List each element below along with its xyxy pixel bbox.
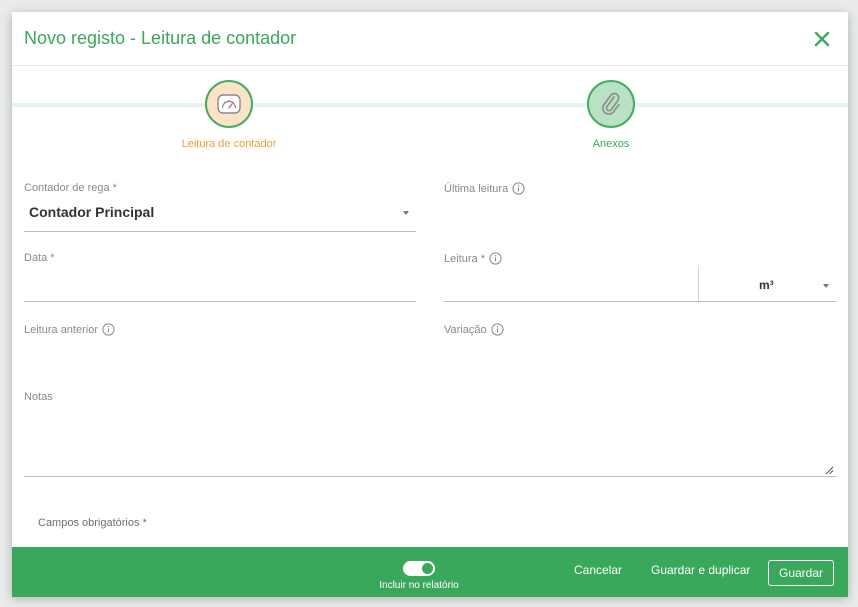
info-icon[interactable] xyxy=(489,252,502,265)
date-label-text: Data * xyxy=(24,252,55,264)
notes-label-text: Notas xyxy=(24,391,53,403)
step-attachments-label: Anexos xyxy=(592,138,630,150)
date-field-label: Data * xyxy=(24,252,55,264)
reading-field-label: Leitura * xyxy=(444,252,502,265)
meter-select-value[interactable]: Contador Principal xyxy=(29,204,154,220)
info-icon[interactable] xyxy=(512,182,525,195)
meter-field-label: Contador de rega * xyxy=(24,182,117,194)
step-reading-label: Leitura de contador xyxy=(181,138,277,150)
last-reading-label: Última leitura xyxy=(444,182,525,195)
reading-input[interactable] xyxy=(444,274,698,298)
save-duplicate-button[interactable]: Guardar e duplicar xyxy=(651,563,750,577)
paperclip-icon xyxy=(602,92,620,115)
reading-input-underline xyxy=(444,301,836,302)
toggle-knob xyxy=(422,563,433,574)
new-record-modal: Novo registo - Leitura de contador Leitu… xyxy=(12,12,848,597)
info-icon[interactable] xyxy=(102,323,115,336)
modal-header: Novo registo - Leitura de contador xyxy=(12,12,848,66)
include-report-toggle[interactable] xyxy=(403,561,435,576)
chevron-down-icon[interactable] xyxy=(403,211,409,215)
variation-label-text: Variação xyxy=(444,323,487,336)
modal-footer: Incluir no relatório Cancelar Guardar e … xyxy=(12,547,848,597)
modal-title: Novo registo - Leitura de contador xyxy=(24,28,297,48)
unit-select-value[interactable]: m³ xyxy=(759,278,774,292)
resize-handle-icon[interactable] xyxy=(824,465,834,475)
notes-field-label: Notas xyxy=(24,391,53,403)
cancel-button[interactable]: Cancelar xyxy=(574,563,622,577)
previous-reading-label: Leitura anterior xyxy=(24,323,115,336)
date-input[interactable] xyxy=(24,274,416,298)
chevron-down-icon[interactable] xyxy=(823,284,829,288)
step-attachments[interactable] xyxy=(587,80,635,128)
last-reading-label-text: Última leitura xyxy=(444,182,509,195)
previous-reading-label-text: Leitura anterior xyxy=(24,323,98,336)
meter-select-underline xyxy=(24,231,416,232)
save-button[interactable]: Guardar xyxy=(768,560,835,586)
stepper-track xyxy=(12,103,848,107)
variation-label: Variação xyxy=(444,323,504,336)
reading-label-text: Leitura * xyxy=(444,252,485,265)
meter-label-text: Contador de rega * xyxy=(24,182,117,194)
info-icon[interactable] xyxy=(491,323,504,336)
step-reading[interactable] xyxy=(205,80,253,128)
notes-textarea-underline xyxy=(24,476,836,477)
unit-divider xyxy=(698,267,699,301)
notes-textarea[interactable] xyxy=(24,408,836,474)
gauge-icon xyxy=(217,94,241,114)
required-fields-note: Campos obrigatórios * xyxy=(38,517,147,529)
include-report-label: Incluir no relatório xyxy=(379,580,459,591)
date-input-underline xyxy=(24,301,416,302)
close-icon[interactable] xyxy=(812,29,832,49)
